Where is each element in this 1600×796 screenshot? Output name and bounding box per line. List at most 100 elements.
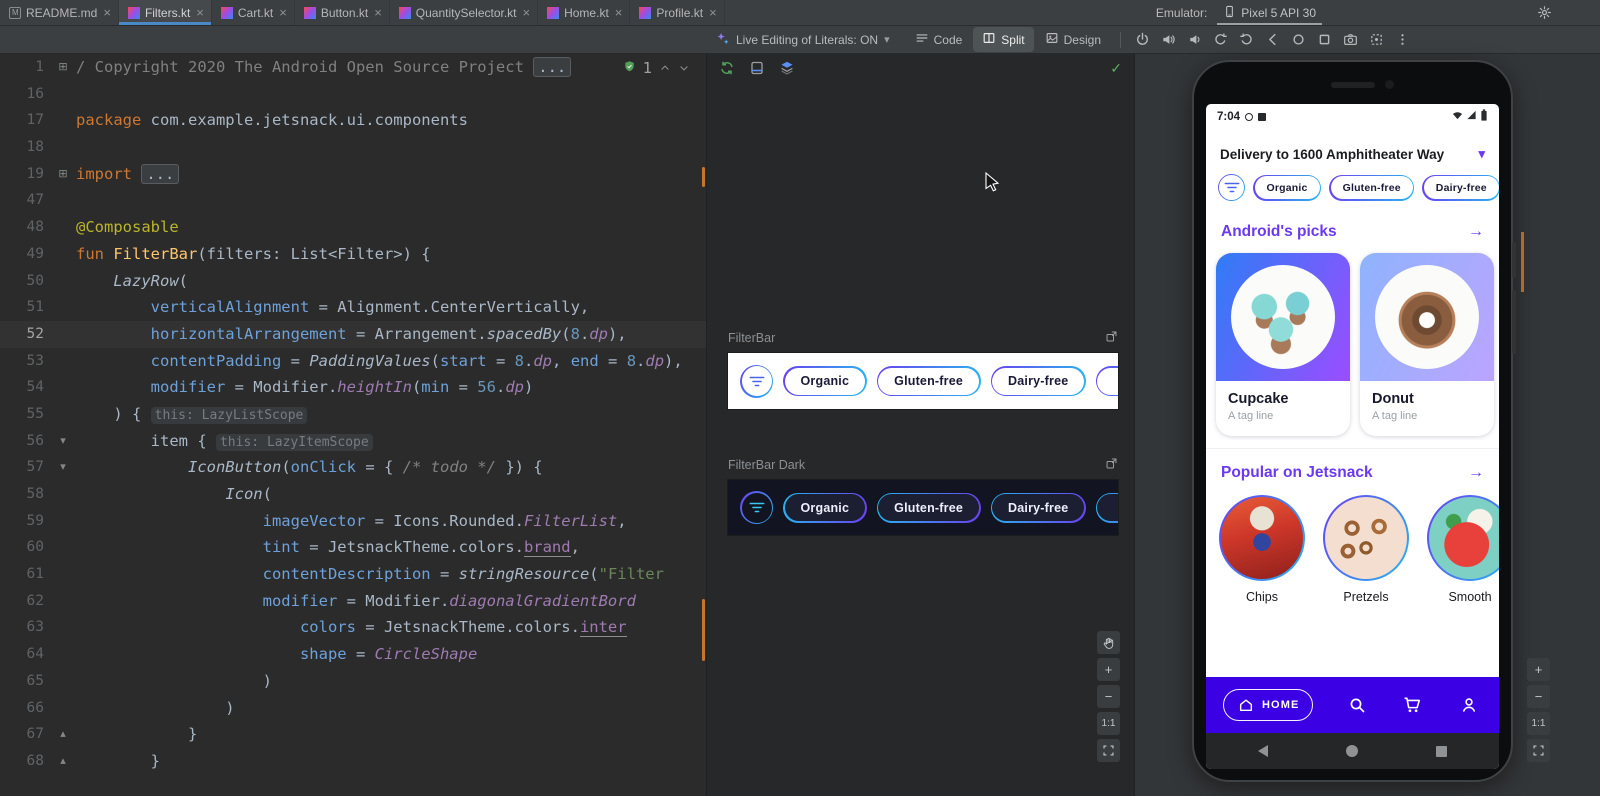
filter-chip-dairy-free[interactable]: Dairy-free	[1422, 174, 1499, 201]
filter-chip-gluten-free: Gluten-free	[876, 366, 981, 396]
prev-problem-icon[interactable]	[659, 62, 671, 74]
code-line-50: 50 LazyRow(	[0, 268, 706, 295]
code-line-55: 55 ) { this: LazyListScope	[0, 401, 706, 428]
export-icon[interactable]	[1105, 330, 1118, 346]
arrow-right-icon[interactable]: →	[1468, 464, 1484, 482]
zoom-fit-button[interactable]	[1527, 739, 1550, 762]
device-frame: 7:04 Delivery to 1600 Amphitheater Way ▾	[1192, 60, 1516, 782]
overview-icon[interactable]	[1313, 29, 1336, 51]
filter-chip-dairy-free: Dairy-free	[990, 366, 1086, 396]
tab-home-kt[interactable]: Home.kt ×	[538, 0, 631, 25]
camera-icon[interactable]	[1339, 29, 1362, 51]
tab-cart-kt[interactable]: Cart.kt ×	[212, 0, 295, 25]
code-text: }	[76, 751, 160, 770]
tab-quantityselector-kt[interactable]: QuantitySelector.kt ×	[390, 0, 539, 25]
more-vert-icon[interactable]	[1391, 29, 1414, 51]
preview-filterbar: FilterBar Organic Gluten-free Dairy-free	[728, 330, 1118, 409]
fold-gutter	[50, 187, 76, 214]
inspections-ok-icon	[623, 59, 636, 77]
back-icon[interactable]	[1261, 29, 1284, 51]
view-mode-split[interactable]: Split	[973, 27, 1034, 52]
line-number: 19	[26, 165, 44, 182]
export-icon[interactable]	[1105, 457, 1118, 473]
close-icon[interactable]: ×	[103, 6, 111, 19]
tab-button-kt[interactable]: Button.kt ×	[295, 0, 390, 25]
layers-icon[interactable]	[779, 60, 795, 76]
code-line-61: 61 contentDescription = stringResource("…	[0, 561, 706, 588]
zoom-fit-button[interactable]	[1097, 739, 1120, 762]
code-line-52: 52 horizontalArrangement = Arrangement.s…	[0, 320, 706, 348]
screenshot-icon[interactable]	[1365, 29, 1388, 51]
zoom-in-button[interactable]: +	[1097, 658, 1120, 681]
code-editor[interactable]: 1 ⊞ / Copyright 2020 The Android Open Sour…	[0, 54, 707, 796]
tab-readme-md[interactable]: README.md ×	[0, 0, 119, 25]
fold-marker[interactable]: ⊞	[50, 54, 76, 81]
popular-item-chips[interactable]: Chips	[1218, 495, 1306, 604]
editor-tabs: README.md×Filters.kt×Cart.kt×Button.kt×Q…	[0, 0, 725, 25]
fold-marker[interactable]: ⊞	[50, 161, 76, 188]
android-recents-button[interactable]	[1436, 745, 1447, 757]
filter-chip-organic[interactable]: Organic	[1253, 174, 1322, 201]
view-mode-design[interactable]: Design	[1036, 27, 1110, 52]
next-problem-icon[interactable]	[678, 62, 690, 74]
home-icon[interactable]	[1287, 29, 1310, 51]
chip-row: Organic Gluten-free Dairy-free	[783, 366, 1118, 396]
pan-tool-button[interactable]	[1097, 631, 1120, 654]
popular-item-pretzels[interactable]: Pretzels	[1322, 495, 1410, 604]
delivery-selector[interactable]: Delivery to 1600 Amphitheater Way ▾	[1206, 129, 1499, 171]
fold-marker[interactable]: ▴	[50, 748, 76, 775]
volume-up-icon[interactable]	[1157, 29, 1180, 51]
preview-label: FilterBar	[728, 331, 776, 345]
zoom-out-button[interactable]: −	[1097, 685, 1120, 708]
close-icon[interactable]: ×	[374, 6, 382, 19]
volume-down-icon[interactable]	[1183, 29, 1206, 51]
sparkle-icon	[715, 31, 730, 49]
arrow-right-icon[interactable]: →	[1468, 223, 1484, 241]
code-line-16: 16	[0, 81, 706, 108]
profile-icon[interactable]	[1456, 692, 1482, 718]
close-icon[interactable]: ×	[709, 6, 717, 19]
android-back-button[interactable]	[1258, 745, 1268, 757]
fold-marker[interactable]: ▾	[50, 428, 76, 455]
tab-filters-kt[interactable]: Filters.kt ×	[118, 0, 212, 25]
rotate-left-icon[interactable]	[1209, 29, 1232, 51]
live-edit-literals-control[interactable]: Live Editing of Literals: ON ▾	[705, 31, 900, 49]
build-icon[interactable]	[749, 60, 765, 76]
zoom-actual-button[interactable]: 1:1	[1097, 712, 1120, 735]
android-home-button[interactable]	[1346, 745, 1358, 757]
fold-gutter	[50, 668, 76, 695]
smoothie-photo	[1429, 497, 1499, 579]
fold-gutter	[50, 268, 76, 295]
scrollbar-marker	[1521, 232, 1524, 292]
zoom-out-button[interactable]: −	[1527, 685, 1550, 708]
zoom-in-button[interactable]: +	[1527, 658, 1550, 681]
fold-marker[interactable]: ▾	[50, 454, 76, 481]
code-text: shape = CircleShape	[299, 645, 478, 664]
view-mode-code[interactable]: Code	[906, 27, 972, 52]
build-refresh-icon[interactable]	[719, 60, 735, 76]
fold-gutter	[50, 614, 76, 641]
close-icon[interactable]: ×	[279, 6, 287, 19]
snack-card-cupcake[interactable]: Cupcake A tag line	[1216, 253, 1350, 436]
filters-button[interactable]	[1218, 174, 1245, 201]
nav-home-button[interactable]: HOME	[1223, 689, 1314, 721]
filter-chip-gluten-free[interactable]: Gluten-free	[1329, 174, 1415, 201]
popular-item-smooth[interactable]: Smooth	[1426, 495, 1499, 604]
gear-icon[interactable]	[1537, 5, 1552, 20]
rotate-right-icon[interactable]	[1235, 29, 1258, 51]
search-icon[interactable]	[1344, 692, 1370, 718]
emulator-device-tab[interactable]: Pixel 5 API 30	[1217, 0, 1322, 25]
close-icon[interactable]: ×	[196, 6, 204, 19]
view-mode-switcher: Code Split Design	[906, 27, 1110, 52]
cart-icon[interactable]	[1400, 692, 1426, 718]
inspection-widget[interactable]: 1	[623, 58, 690, 78]
code-text: horizontalArrangement = Arrangement.spac…	[150, 324, 627, 343]
close-icon[interactable]: ×	[615, 6, 623, 19]
tab-profile-kt[interactable]: Profile.kt ×	[630, 0, 725, 25]
fold-marker[interactable]: ▴	[50, 721, 76, 748]
fold-gutter	[50, 561, 76, 588]
close-icon[interactable]: ×	[523, 6, 531, 19]
power-icon[interactable]	[1131, 29, 1154, 51]
zoom-actual-button[interactable]: 1:1	[1527, 712, 1550, 735]
snack-card-donut[interactable]: Donut A tag line	[1360, 253, 1494, 436]
